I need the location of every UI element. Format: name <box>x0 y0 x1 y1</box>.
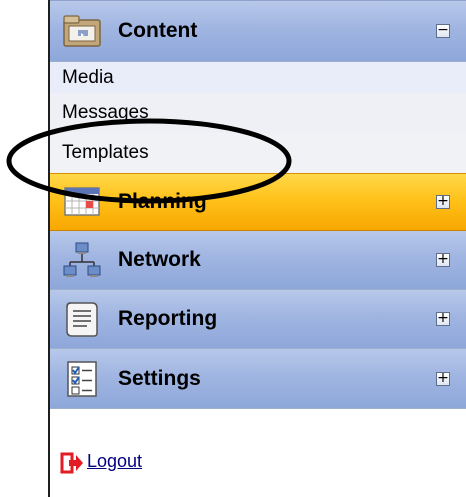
expand-toggle-planning[interactable]: + <box>436 194 450 209</box>
app-root: Content − Media Messages Templates Plann… <box>0 0 466 497</box>
expand-toggle-network[interactable]: + <box>436 252 450 267</box>
section-label-reporting: Reporting <box>118 307 218 330</box>
submenu-item-label: Messages <box>62 102 149 123</box>
submenu-item-label: Media <box>62 66 114 88</box>
section-header-planning[interactable]: Planning + <box>50 173 466 231</box>
submenu-item-media[interactable]: Media <box>50 62 466 93</box>
section-header-settings[interactable]: Settings + <box>50 349 466 409</box>
section-label-content: Content <box>118 19 198 42</box>
logout-arrow-icon[interactable] <box>60 451 84 475</box>
expand-toggle-settings[interactable]: + <box>436 371 450 386</box>
submenu-item-label: Templates <box>62 142 149 163</box>
calendar-grid-icon <box>62 182 102 222</box>
submenu-item-messages[interactable]: Messages <box>50 93 466 133</box>
section-label-network: Network <box>118 248 201 271</box>
submenu-item-templates[interactable]: Templates <box>50 133 466 173</box>
logout-area: Logout <box>50 428 466 488</box>
section-label-planning: Planning <box>118 190 207 213</box>
network-icon <box>62 240 102 280</box>
logout-link[interactable]: Logout <box>87 451 142 472</box>
section-label-settings: Settings <box>118 366 201 390</box>
sidebar-nav: Content − Media Messages Templates Plann… <box>50 0 466 409</box>
section-header-network[interactable]: Network + <box>50 231 466 290</box>
folder-icon <box>62 11 102 51</box>
section-header-reporting[interactable]: Reporting + <box>50 290 466 349</box>
section-header-content[interactable]: Content − <box>50 0 466 62</box>
collapse-toggle-content[interactable]: − <box>436 23 450 38</box>
content-submenu: Media Messages Templates <box>50 62 466 173</box>
expand-toggle-reporting[interactable]: + <box>436 311 450 326</box>
checklist-icon <box>62 359 102 399</box>
scroll-report-icon <box>62 299 102 339</box>
